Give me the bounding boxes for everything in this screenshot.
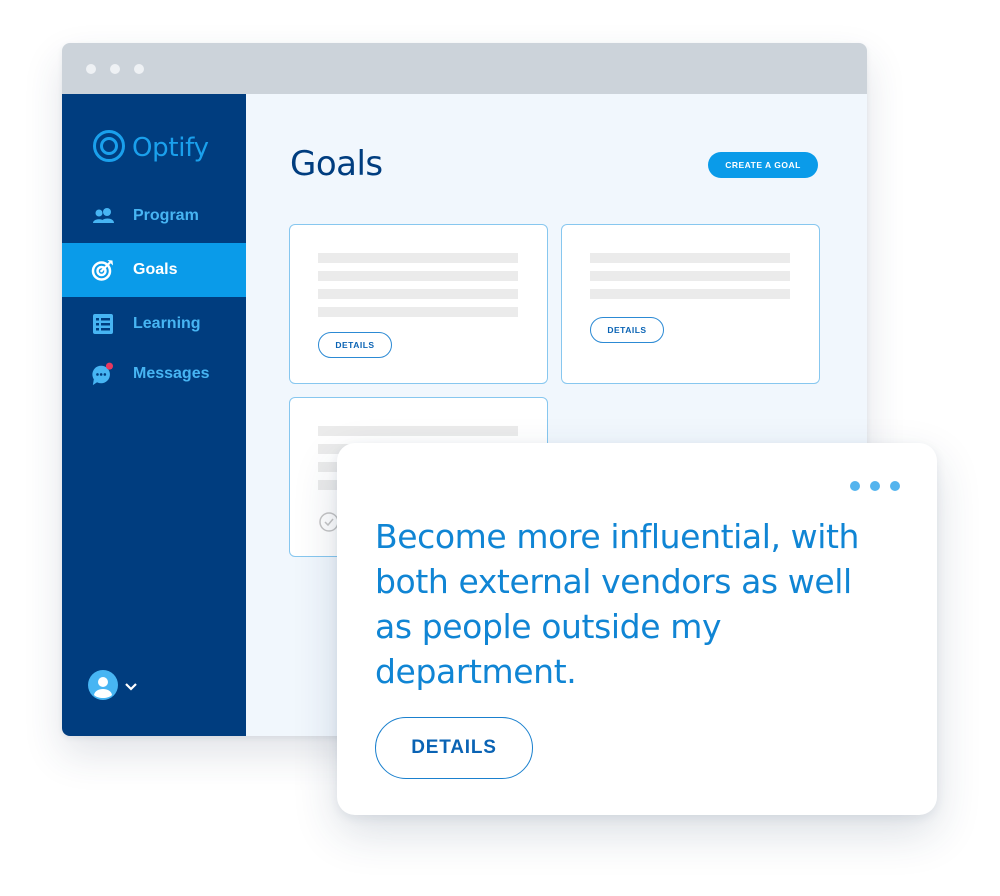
placeholder-line: [590, 253, 790, 263]
goal-detail-card[interactable]: Become more influential, with both exter…: [337, 443, 937, 815]
placeholder-line: [318, 307, 518, 317]
sidebar-item-label: Program: [133, 207, 199, 224]
window-dot-2[interactable]: [110, 64, 120, 74]
goal-card[interactable]: DETAILS: [289, 224, 548, 384]
placeholder-line: [318, 289, 518, 299]
people-icon: [91, 204, 115, 228]
sidebar-item-label: Goals: [133, 261, 178, 278]
list-icon: [91, 312, 115, 336]
goal-text: Become more influential, with both exter…: [375, 517, 860, 691]
window-dot-3[interactable]: [134, 64, 144, 74]
window-titlebar: [62, 43, 867, 94]
placeholder-line: [318, 426, 518, 436]
goal-card[interactable]: DETAILS: [561, 224, 820, 384]
sidebar-item-label: Learning: [133, 315, 201, 332]
sidebar-item-messages[interactable]: Messages: [62, 347, 246, 401]
target-icon: [91, 258, 115, 282]
app-logo[interactable]: Optify: [92, 129, 209, 168]
chevron-down-icon[interactable]: [124, 682, 138, 692]
logo-icon: [92, 129, 126, 168]
card-details-button[interactable]: DETAILS: [318, 332, 392, 358]
sidebar-item-goals[interactable]: Goals: [62, 243, 246, 297]
more-dots-icon[interactable]: [870, 481, 880, 491]
details-button[interactable]: DETAILS: [375, 717, 533, 779]
sidebar-item-label: Messages: [133, 365, 210, 382]
create-goal-button[interactable]: CREATE A GOAL: [708, 152, 818, 178]
avatar-icon: [88, 669, 118, 705]
card-details-button[interactable]: DETAILS: [590, 317, 664, 343]
app-name: Optify: [132, 133, 209, 163]
placeholder-line: [318, 271, 518, 281]
placeholder-line: [590, 271, 790, 281]
window-dot-1[interactable]: [86, 64, 96, 74]
more-dots-icon[interactable]: [890, 481, 900, 491]
placeholder-line: [590, 289, 790, 299]
placeholder-line: [318, 253, 518, 263]
sidebar-item-learning[interactable]: Learning: [62, 297, 246, 351]
more-dots-icon[interactable]: [850, 481, 860, 491]
page-title: Goals: [290, 144, 383, 184]
user-menu[interactable]: [88, 669, 138, 705]
sidebar: Optify Program Goals Learning Messages: [62, 94, 246, 736]
notification-badge: [105, 362, 113, 370]
sidebar-item-program[interactable]: Program: [62, 189, 246, 243]
chat-bubble-icon: [91, 362, 115, 386]
